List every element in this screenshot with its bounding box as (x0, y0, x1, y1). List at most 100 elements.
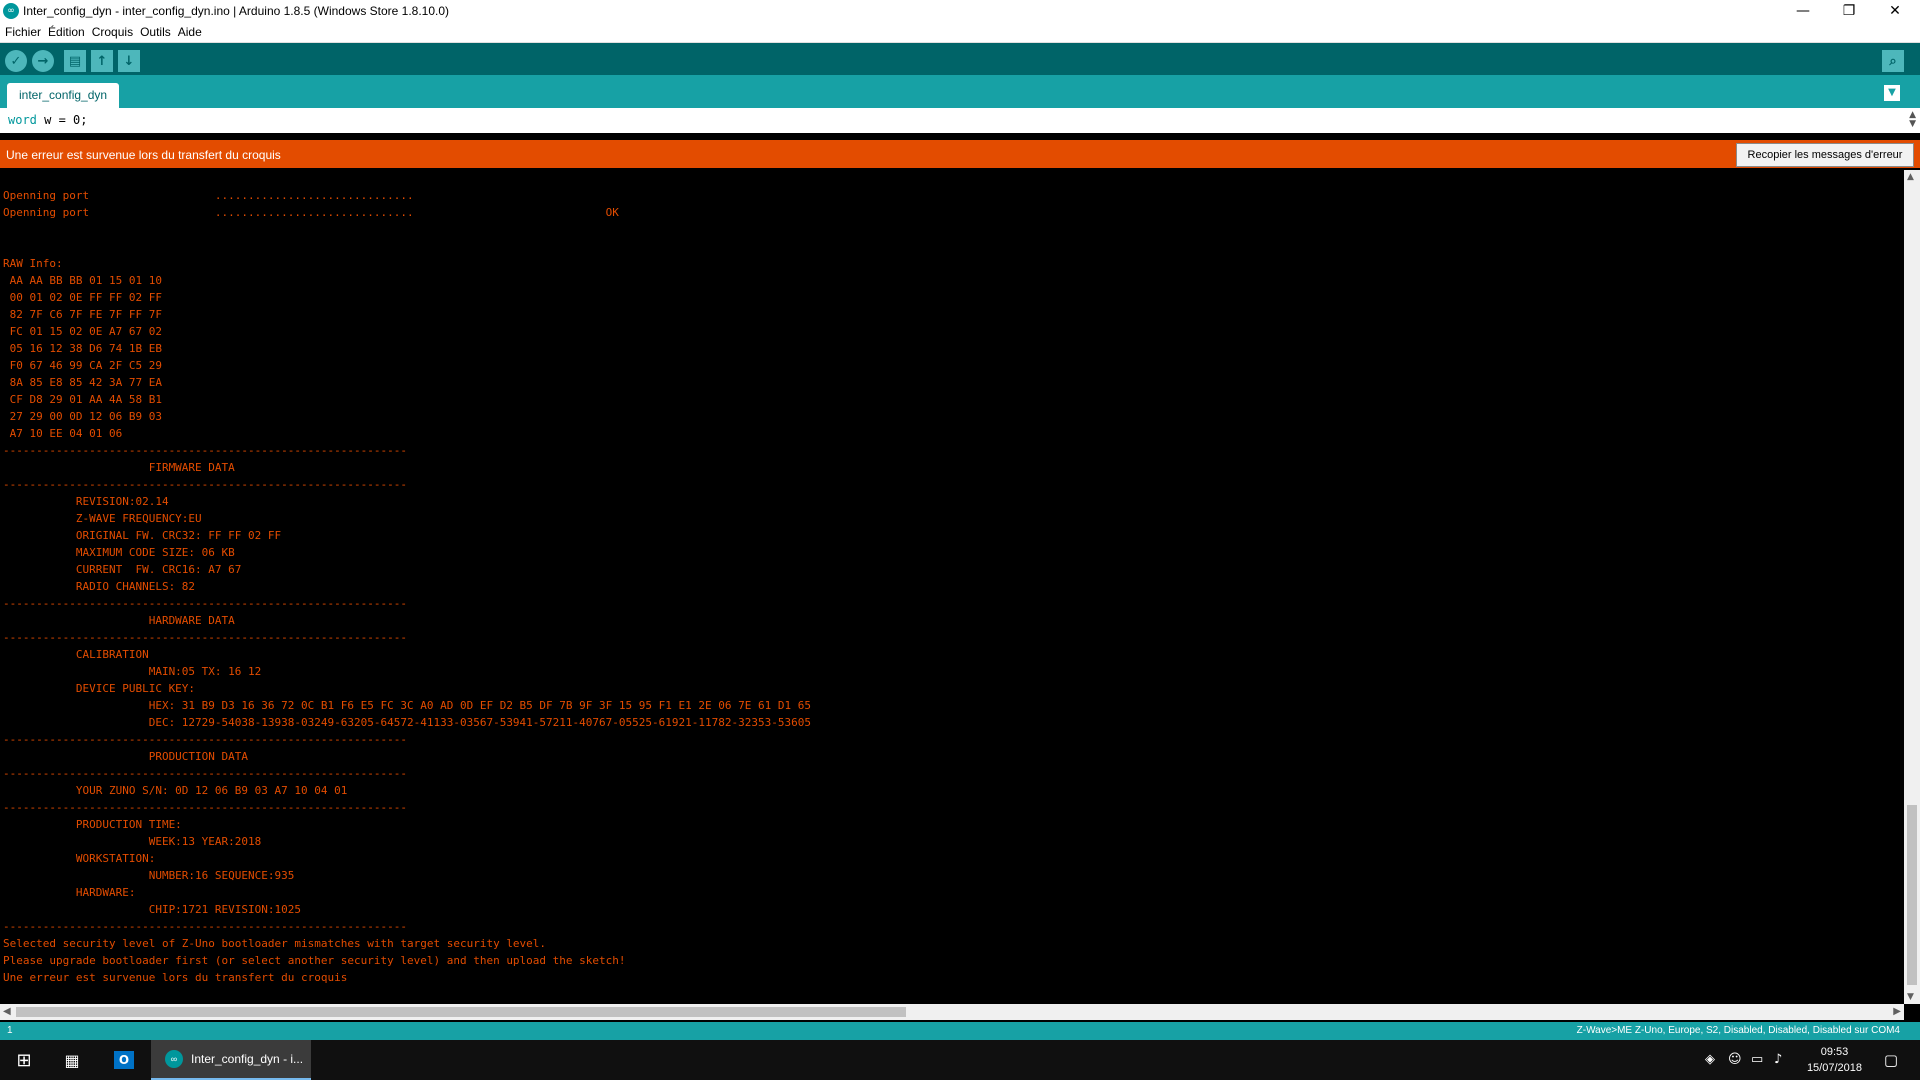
console-line: Une erreur est survenue lors du transfer… (3, 971, 348, 984)
console-output[interactable]: Openning port ..........................… (0, 170, 1904, 1004)
taskbar-arduino-app[interactable]: ∞ Inter_config_dyn - i... (151, 1040, 311, 1080)
minimize-button[interactable]: — (1780, 0, 1826, 22)
menu-fichier[interactable]: Fichier (5, 25, 41, 39)
status-bar: 1 Z-Wave>ME Z-Uno, Europe, S2, Disabled,… (0, 1022, 1920, 1040)
new-file-icon: ▤ (68, 53, 82, 69)
console-line: ORIGINAL FW. CRC32: FF FF 02 FF (3, 529, 282, 542)
console-line: DEVICE PUBLIC KEY: (3, 682, 196, 695)
console-line: Selected security level of Z-Uno bootloa… (3, 937, 547, 950)
console-line: FC 01 15 02 0E A7 67 02 (3, 325, 162, 338)
console-line: WEEK:13 YEAR:2018 (3, 835, 262, 848)
arduino-taskbar-icon: ∞ (165, 1050, 183, 1068)
open-arrow-up-icon: ↑ (96, 53, 108, 69)
volume-muted-icon[interactable]: ♪ (1774, 1052, 1782, 1067)
console-line: PRODUCTION DATA (3, 750, 249, 763)
new-button[interactable]: ▤ (64, 50, 86, 72)
menu-outils[interactable]: Outils (140, 25, 171, 39)
console-line: HARDWARE DATA (3, 614, 235, 627)
minimize-icon: — (1796, 3, 1810, 19)
save-arrow-down-icon: ↓ (123, 53, 135, 69)
editor-scroll-arrows[interactable]: ▲ ▼ (1909, 111, 1916, 129)
task-view-button[interactable]: ▦ (48, 1040, 96, 1080)
console-line: 00 01 02 0E FF FF 02 FF (3, 291, 162, 304)
menu-aide[interactable]: Aide (178, 25, 202, 39)
triangle-down-icon: ▼ (1888, 87, 1896, 98)
magnifier-icon: ⌕ (1889, 53, 1897, 69)
upload-button[interactable]: → (32, 50, 54, 72)
outlook-button[interactable]: O (100, 1040, 148, 1080)
taskbar-app-label: Inter_config_dyn - i... (191, 1052, 304, 1066)
console-line: A7 10 EE 04 01 06 (3, 427, 123, 440)
toolbar: ✓ → ▤ ↑ ↓ ⌕ (0, 43, 1920, 75)
clock-time: 09:53 (1820, 1046, 1849, 1058)
console-line: DEC: 12729-54038-13938-03249-63205-64572… (3, 716, 811, 729)
console-line: PRODUCTION TIME: (3, 818, 182, 831)
windows-logo-icon: ⊞ (16, 1049, 32, 1071)
console-line: WORKSTATION: (3, 852, 156, 865)
console-vertical-scrollbar[interactable]: ▲ ▼ (1904, 170, 1920, 1004)
scroll-left-icon[interactable]: ◀ (3, 1006, 11, 1017)
tab-inter-config-dyn[interactable]: inter_config_dyn (7, 83, 120, 108)
console-line: ----------------------------------------… (3, 631, 407, 644)
console-line: 27 29 00 0D 12 06 B9 03 (3, 410, 162, 423)
console-line: CF D8 29 01 AA 4A 58 B1 (3, 393, 162, 406)
console-line: ----------------------------------------… (3, 733, 407, 746)
scroll-down-icon[interactable]: ▼ (1907, 992, 1914, 1002)
console-line: RAW Info: (3, 257, 63, 270)
menu-croquis[interactable]: Croquis (92, 25, 133, 39)
code-line: word w = 0; (8, 113, 87, 127)
notification-icon: ▢ (1883, 1051, 1899, 1069)
task-view-icon: ▦ (64, 1050, 80, 1070)
error-message: Une erreur est survenue lors du transfer… (6, 148, 281, 162)
code-editor[interactable]: word w = 0; ▲ ▼ (0, 108, 1920, 133)
console-line: HARDWARE: (3, 886, 136, 899)
console-line: RADIO CHANNELS: 82 (3, 580, 196, 593)
console-line: ----------------------------------------… (3, 444, 407, 457)
console-line: ----------------------------------------… (3, 478, 407, 491)
console-line: ----------------------------------------… (3, 767, 407, 780)
horizontal-scroll-thumb[interactable] (16, 1007, 906, 1017)
console-line: YOUR ZUNO S/N: 0D 12 06 B9 03 A7 10 04 0… (3, 784, 348, 797)
tab-menu-button[interactable]: ▼ (1884, 85, 1900, 101)
people-icon[interactable]: ☺ (1728, 1052, 1742, 1067)
save-button[interactable]: ↓ (118, 50, 140, 72)
outlook-icon: O (113, 1051, 135, 1069)
console-line: Openning port ..........................… (3, 189, 414, 202)
vertical-scroll-thumb[interactable] (1907, 805, 1917, 985)
arduino-logo-icon: ∞ (3, 3, 19, 19)
board-info: Z-Wave>ME Z-Uno, Europe, S2, Disabled, D… (1576, 1025, 1900, 1036)
copy-error-messages-button[interactable]: Recopier les messages d'erreur (1736, 143, 1914, 167)
clock-date: 15/07/2018 (1806, 1062, 1862, 1074)
menu-edition[interactable]: Édition (48, 25, 85, 39)
scroll-up-icon[interactable]: ▲ (1907, 172, 1914, 182)
serial-monitor-button[interactable]: ⌕ (1882, 50, 1904, 72)
console-line: 82 7F C6 7F FE 7F FF 7F (3, 308, 162, 321)
console-line: NUMBER:16 SEQUENCE:935 (3, 869, 295, 882)
console-line: MAXIMUM CODE SIZE: 06 KB (3, 546, 235, 559)
clock[interactable]: 09:53 15/07/2018 (1807, 1044, 1862, 1076)
network-icon[interactable]: ▭ (1751, 1052, 1763, 1067)
verify-button[interactable]: ✓ (5, 50, 27, 72)
close-button[interactable]: ✕ (1872, 0, 1918, 22)
notifications-button[interactable]: ▢ (1868, 1040, 1914, 1080)
close-icon: ✕ (1889, 3, 1901, 19)
scroll-right-icon[interactable]: ▶ (1893, 1006, 1901, 1017)
console-horizontal-scrollbar[interactable]: ◀ ▶ (0, 1004, 1904, 1020)
console-line: ----------------------------------------… (3, 801, 407, 814)
shield-icon[interactable]: ◈ (1705, 1052, 1715, 1067)
error-bar: Une erreur est survenue lors du transfer… (0, 140, 1920, 168)
open-button[interactable]: ↑ (91, 50, 113, 72)
title-bar: ∞ Inter_config_dyn - inter_config_dyn.in… (0, 0, 1920, 22)
code-text: w = 0; (36, 113, 88, 127)
start-button[interactable]: ⊞ (0, 1040, 48, 1080)
console-line: 05 16 12 38 D6 74 1B EB (3, 342, 162, 355)
console-line: CHIP:1721 REVISION:1025 (3, 903, 302, 916)
console-line: FIRMWARE DATA (3, 461, 235, 474)
console-line: ----------------------------------------… (3, 920, 407, 933)
taskbar: ⊞ ▦ O ∞ Inter_config_dyn - i... ◈ ☺ ▭ ♪ … (0, 1040, 1920, 1080)
console-line: Z-WAVE FREQUENCY:EU (3, 512, 202, 525)
restore-button[interactable]: ❐ (1826, 0, 1872, 22)
check-icon: ✓ (10, 53, 22, 69)
console-line: Please upgrade bootloader first (or sele… (3, 954, 626, 967)
menu-bar: Fichier Édition Croquis Outils Aide (0, 22, 1920, 43)
